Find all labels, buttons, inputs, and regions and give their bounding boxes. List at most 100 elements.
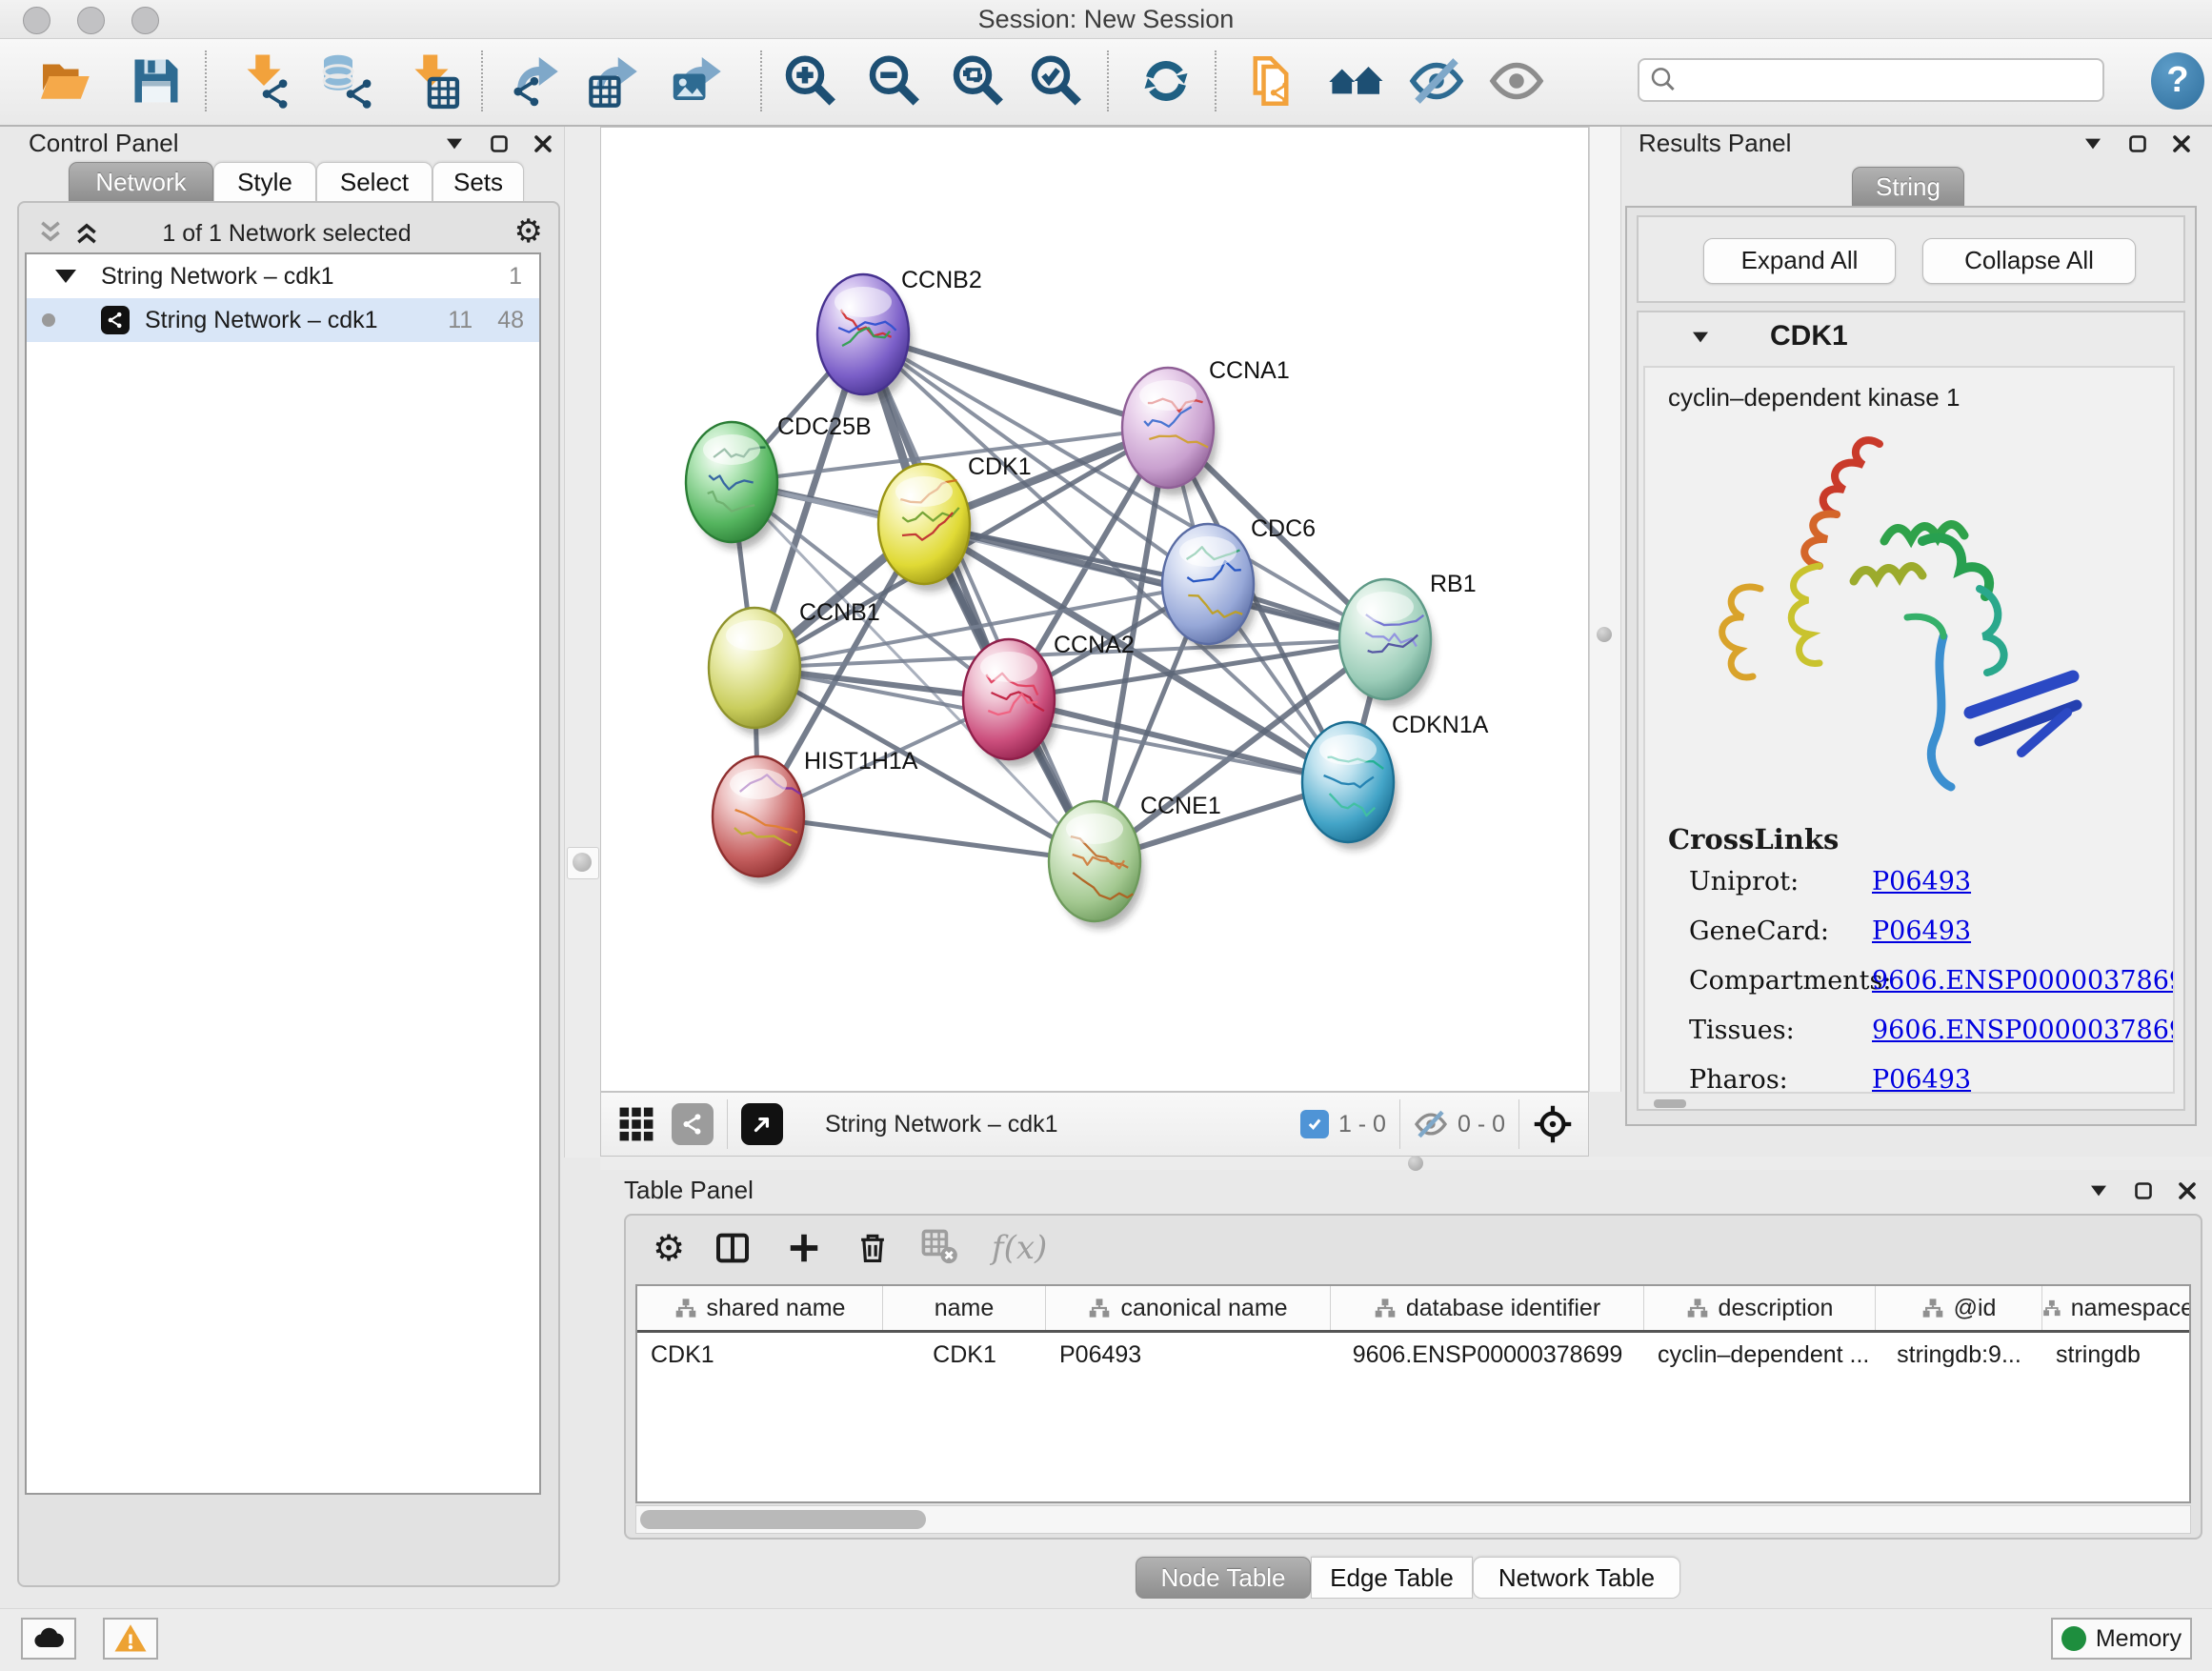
panel-float-icon[interactable] (490, 134, 509, 153)
tab-network-table[interactable]: Network Table (1473, 1557, 1680, 1599)
tree-expander-icon[interactable] (55, 270, 76, 283)
crosslink-link[interactable]: 9606.ENSP00000378699 (1872, 966, 2175, 996)
import-network-file-icon[interactable] (235, 52, 292, 110)
crosslink-link[interactable]: P06493 (1872, 916, 1971, 946)
crosslink-link[interactable]: 9606.ENSP00000378699 (1872, 1016, 2175, 1045)
panel-close-icon[interactable] (2172, 134, 2191, 153)
network-view-share-icon[interactable] (672, 1103, 714, 1145)
fit-content-icon[interactable] (949, 52, 1006, 110)
selected-checkbox-icon[interactable] (1300, 1110, 1329, 1138)
column-header-canonical-name[interactable]: canonical name (1046, 1286, 1331, 1330)
network-node-CCNE1[interactable] (1049, 801, 1144, 929)
right-splitter-handle[interactable] (1597, 627, 1612, 642)
crosslink-link[interactable]: P06493 (1872, 1065, 1971, 1094)
tab-select[interactable]: Select (316, 162, 432, 202)
panel-collapse-icon[interactable] (2082, 136, 2103, 151)
network-node-CDK1[interactable] (878, 464, 974, 592)
network-node-CCNB1[interactable] (709, 608, 804, 735)
tab-string[interactable]: String (1852, 167, 1964, 207)
toolbar-separator (1215, 50, 1217, 111)
apply-layout-icon[interactable] (1137, 52, 1195, 110)
network-node-CCNA2[interactable] (963, 639, 1058, 767)
show-columns-icon[interactable] (714, 1227, 752, 1269)
tab-node-table[interactable]: Node Table (1136, 1557, 1311, 1599)
panel-close-icon[interactable] (533, 134, 553, 153)
network-node-HIST1H1A[interactable] (713, 756, 808, 884)
network-options-gear-icon[interactable]: ⚙ (514, 212, 543, 251)
table-cell[interactable]: P06493 (1046, 1333, 1331, 1377)
collapse-all-button[interactable]: Collapse All (1922, 238, 2136, 284)
network-node-CDC6[interactable] (1162, 524, 1257, 652)
show-hide-details-icon[interactable] (1408, 52, 1465, 110)
network-edge-HIST1H1A-CCNE1[interactable] (758, 816, 1095, 861)
divider (1399, 1099, 1400, 1149)
first-neighbors-icon[interactable] (1328, 52, 1385, 110)
column-header-database-identifier[interactable]: database identifier (1331, 1286, 1644, 1330)
left-splitter[interactable] (564, 127, 601, 1158)
section-expander-icon[interactable] (1690, 330, 1711, 345)
tab-sets[interactable]: Sets (432, 162, 524, 202)
cloud-button[interactable] (21, 1618, 76, 1660)
crosslink-link[interactable]: P06493 (1872, 867, 1971, 896)
export-table-icon[interactable] (586, 52, 643, 110)
tab-style[interactable]: Style (213, 162, 316, 202)
table-hscroll-thumb[interactable] (640, 1510, 926, 1529)
column-header--id[interactable]: @id (1876, 1286, 2042, 1330)
divider (727, 1099, 728, 1149)
network-node-CCNB2[interactable] (817, 274, 913, 402)
network-collection-row[interactable]: String Network – cdk1 1 (27, 254, 539, 298)
grid-view-icon[interactable] (618, 1106, 654, 1142)
tab-network[interactable]: Network (69, 162, 213, 202)
zoom-in-icon[interactable] (781, 52, 838, 110)
network-edge-CCNB2-CCNE1[interactable] (863, 334, 1095, 861)
right-splitter[interactable] (1589, 127, 1621, 1092)
toolbar-search (1638, 58, 2104, 102)
save-session-button[interactable] (128, 52, 185, 110)
open-session-button[interactable] (38, 52, 95, 110)
zoom-out-icon[interactable] (865, 52, 922, 110)
network-canvas[interactable]: CCNB2CCNA1CDC25BCDK1CDC6RB1CCNB1CCNA2CDK… (600, 127, 1589, 1092)
clone-network-icon[interactable] (1242, 52, 1299, 110)
column-header-shared-name[interactable]: shared name (637, 1286, 883, 1330)
crosshair-icon[interactable] (1533, 1104, 1573, 1144)
table-cell[interactable]: stringdb:9... (1876, 1333, 2042, 1377)
panel-float-icon[interactable] (2128, 134, 2147, 153)
panel-collapse-icon[interactable] (2088, 1183, 2109, 1198)
panel-float-icon[interactable] (2134, 1181, 2153, 1200)
column-label: description (1719, 1295, 1834, 1322)
highlight-eye-icon[interactable] (1488, 52, 1545, 110)
import-network-database-icon[interactable] (319, 52, 376, 110)
table-hscrollbar[interactable] (635, 1505, 2191, 1534)
left-splitter-handle[interactable] (567, 847, 599, 879)
memory-button[interactable]: Memory (2051, 1618, 2192, 1660)
export-image-icon[interactable] (670, 52, 727, 110)
export-network-icon[interactable] (507, 52, 564, 110)
tab-edge-table[interactable]: Edge Table (1311, 1557, 1473, 1599)
expand-all-button[interactable]: Expand All (1703, 238, 1896, 284)
table-header-row: shared namenamecanonical namedatabase id… (637, 1286, 2189, 1333)
column-header-description[interactable]: description (1644, 1286, 1876, 1330)
help-button[interactable]: ? (2151, 52, 2204, 110)
network-node-RB1[interactable] (1339, 579, 1435, 707)
search-input[interactable] (1638, 58, 2104, 102)
warnings-button[interactable] (103, 1618, 158, 1660)
create-column-icon[interactable] (786, 1227, 822, 1269)
birds-eye-view-icon[interactable] (741, 1103, 783, 1145)
table-cell[interactable]: stringdb (2042, 1333, 2191, 1377)
column-header-namespace[interactable]: namespace (2042, 1286, 2191, 1330)
results-hscroll-thumb[interactable] (1654, 1099, 1686, 1108)
panel-close-icon[interactable] (2178, 1181, 2197, 1200)
table-options-gear-icon[interactable]: ⚙ (653, 1227, 685, 1269)
column-header-name[interactable]: name (883, 1286, 1046, 1330)
delete-column-icon[interactable] (855, 1227, 891, 1269)
table-cell[interactable]: cyclin–dependent ... (1644, 1333, 1876, 1377)
fit-selected-icon[interactable] (1027, 52, 1084, 110)
horizontal-splitter-handle[interactable] (1408, 1156, 1423, 1171)
table-cell[interactable]: CDK1 (637, 1333, 883, 1377)
import-table-file-icon[interactable] (403, 52, 460, 110)
network-node-CDKN1A[interactable] (1302, 722, 1398, 850)
table-cell[interactable]: 9606.ENSP00000378699 (1331, 1333, 1644, 1377)
network-row-selected[interactable]: String Network – cdk1 11 48 (27, 298, 539, 342)
table-cell[interactable]: CDK1 (883, 1333, 1046, 1377)
panel-collapse-icon[interactable] (444, 136, 465, 151)
